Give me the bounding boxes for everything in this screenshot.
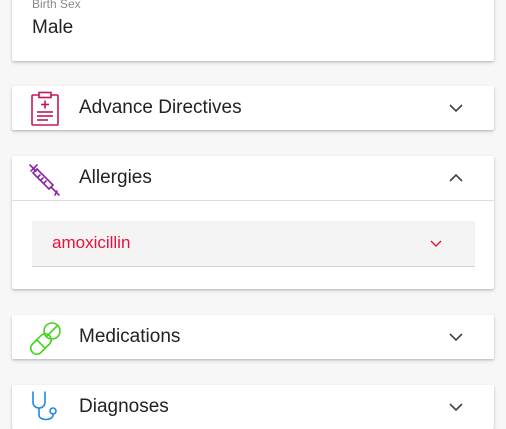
birth-sex-label: Birth Sex [32,0,81,11]
syringe-icon [28,161,62,197]
chevron-down-icon [448,102,464,114]
birth-sex-card: Birth Sex Male [12,0,494,61]
allergy-name: amoxicillin [52,233,131,252]
advance-directives-header[interactable]: Advance Directives [12,86,494,130]
pills-icon [28,320,62,356]
allergies-title: Allergies [79,167,152,188]
chevron-down-icon [448,401,464,413]
advance-directives-title: Advance Directives [79,97,242,118]
stethoscope-icon [28,390,62,426]
medications-header[interactable]: Medications [12,315,494,359]
chevron-down-icon [429,239,443,249]
diagnoses-card: Diagnoses [12,385,494,429]
allergies-card: Allergies amoxicillin [12,156,494,289]
diagnoses-title: Diagnoses [79,396,169,417]
birth-sex-value: Male [32,17,74,38]
allergy-item[interactable]: amoxicillin [32,221,475,267]
diagnoses-header[interactable]: Diagnoses [12,385,494,429]
allergies-header[interactable]: Allergies [12,156,494,200]
advance-directives-card: Advance Directives [12,86,494,130]
chevron-up-icon [448,172,464,184]
medications-card: Medications [12,315,494,359]
medications-title: Medications [79,326,181,347]
chevron-down-icon [448,331,464,343]
allergies-divider [12,200,494,201]
clipboard-icon [28,91,62,127]
